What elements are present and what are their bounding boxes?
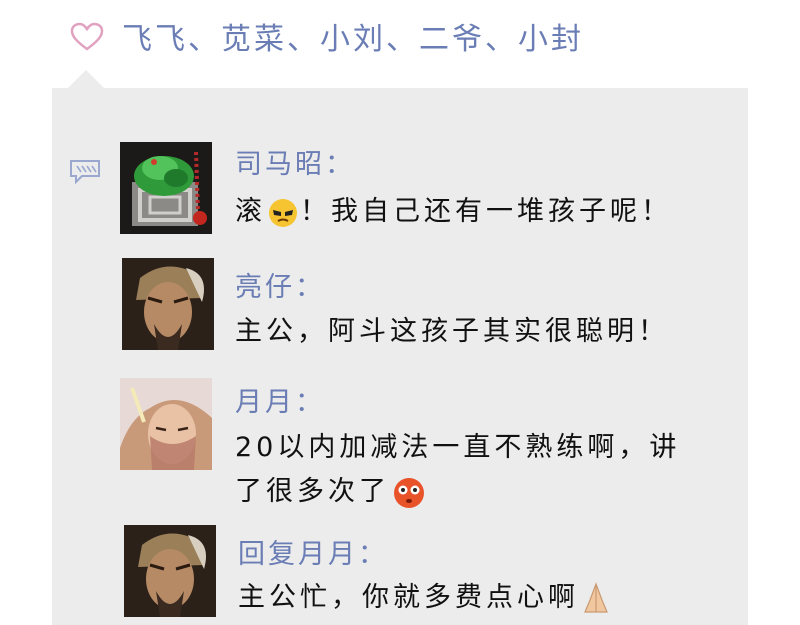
comment-text-part: ！我自己还有一堆孩子呢！ (300, 196, 672, 227)
comment-bubble-icon (70, 160, 100, 184)
comment-text: 滚 ！我自己还有一堆孩子呢！ (235, 190, 672, 234)
folded-hands-emoji (584, 581, 608, 613)
bearded-strategist-avatar[interactable] (124, 525, 216, 617)
green-dragon-avatar[interactable] (120, 142, 212, 234)
comment-text: 主公忙，你就多费点心啊 (238, 576, 613, 620)
sunglasses-grumpy-emoji (269, 198, 297, 227)
flushed-face-emoji (394, 477, 424, 508)
comment-text-part: 了很多次了 (235, 476, 390, 507)
comment-text: 20以内加减法一直不熟练啊，讲 了很多次了 (235, 426, 680, 514)
comment-text: 主公，阿斗这孩子其实很聪明！ (235, 316, 669, 347)
panel-caret (68, 70, 104, 88)
comment-text-line: 了很多次了 (235, 470, 680, 514)
veiled-woman-avatar[interactable] (120, 378, 212, 470)
comment-author[interactable]: 回复月月： (238, 532, 388, 571)
comment-author[interactable]: 月月： (235, 380, 325, 419)
comment-text-part: 主公忙，你就多费点心啊 (238, 582, 579, 613)
heart-outline-icon[interactable] (70, 22, 104, 52)
comment-text-line: 20以内加减法一直不熟练啊，讲 (235, 432, 681, 463)
comment-author[interactable]: 司马昭： (235, 142, 355, 181)
liked-by-names[interactable]: 飞飞、苋菜、小刘、二爷、小封 (122, 14, 584, 58)
comment-text-part: 滚 (235, 196, 266, 227)
likes-row: 飞飞、苋菜、小刘、二爷、小封 (0, 0, 800, 70)
bearded-strategist-avatar[interactable] (122, 258, 214, 350)
comment-author[interactable]: 亮仔： (235, 265, 325, 304)
